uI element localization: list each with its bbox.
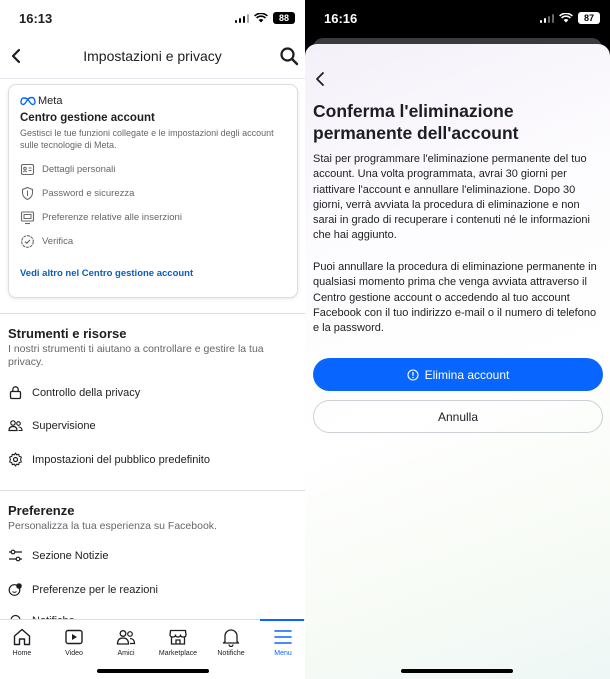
friends-icon (116, 630, 136, 645)
id-card-icon (20, 163, 35, 176)
menu-icon (274, 630, 292, 644)
section-divider (0, 313, 305, 314)
section-divider (0, 490, 305, 491)
sliders-icon (9, 549, 22, 562)
preferences-section-title: Preferenze (8, 503, 75, 518)
tab-video[interactable]: Video (48, 627, 100, 657)
bottom-tab-bar: Home Video Amici Marketplace Notifiche M… (0, 619, 305, 679)
row-supervision[interactable]: Supervisione (8, 418, 96, 433)
see-more-accounts-center-link[interactable]: Vedi altro nel Centro gestione account (20, 268, 193, 279)
row-default-audience[interactable]: Impostazioni del pubblico predefinito (8, 452, 210, 467)
row-privacy-checkup[interactable]: Controllo della privacy (8, 385, 140, 400)
meta-wordmark: Meta (38, 95, 63, 107)
right-screen-delete-confirm: 16:16 87 Conferma l'eliminazione permane… (305, 0, 610, 679)
wifi-icon (254, 13, 268, 23)
verified-badge-icon (21, 235, 34, 248)
row-label: Preferenze per le reazioni (32, 583, 158, 596)
card-item-label: Dettagli personali (42, 164, 116, 175)
active-tab-indicator (260, 619, 304, 621)
shield-icon (21, 186, 34, 201)
status-icons: 88 (234, 12, 295, 24)
marketplace-icon (169, 629, 187, 645)
tab-label: Amici (117, 650, 135, 657)
lock-icon (9, 386, 22, 400)
row-label: Impostazioni del pubblico predefinito (32, 453, 210, 466)
gear-icon (9, 452, 22, 467)
delete-account-button[interactable]: Elimina account (313, 358, 603, 391)
video-icon (65, 629, 83, 645)
tab-label: Video (65, 650, 83, 657)
confirmation-paragraph-2: Puoi annullare la procedura di eliminazi… (313, 261, 597, 335)
header-divider (0, 78, 305, 79)
search-icon[interactable] (279, 46, 299, 66)
status-bar: 16:13 88 (0, 0, 305, 36)
home-icon (13, 628, 31, 646)
tab-notifications[interactable]: Notifiche (205, 627, 257, 657)
card-item-ad-preferences[interactable]: Preferenze relative alle inserzioni (20, 210, 182, 225)
people-icon (8, 420, 23, 432)
ad-monitor-icon (20, 211, 35, 225)
confirmation-sheet: Conferma l'eliminazione permanente dell'… (305, 44, 610, 679)
delete-account-label: Elimina account (424, 367, 510, 382)
info-icon (407, 368, 419, 381)
status-time: 16:13 (19, 11, 53, 26)
tab-home[interactable]: Home (0, 627, 48, 657)
battery-icon: 87 (578, 12, 600, 24)
card-item-verification[interactable]: Verifica (20, 234, 73, 249)
status-time: 16:16 (324, 11, 358, 26)
meta-infinity-icon (20, 96, 36, 106)
header-bar: Impostazioni e privacy (0, 36, 305, 78)
row-news-feed[interactable]: Sezione Notizie (8, 548, 108, 563)
tab-label: Notifiche (217, 650, 245, 657)
status-bar: 16:16 87 (305, 0, 610, 36)
tools-section-title: Strumenti e risorse (8, 326, 127, 341)
bell-icon (222, 629, 240, 647)
reactions-icon (8, 583, 22, 596)
tab-label: Marketplace (158, 650, 198, 657)
battery-icon: 88 (273, 12, 295, 24)
back-arrow-icon[interactable] (313, 70, 329, 88)
left-screen-settings: 16:13 88 Impostazioni e privacy Meta Cen… (0, 0, 305, 679)
card-item-password-security[interactable]: Password e sicurezza (20, 186, 134, 201)
accounts-center-card: Meta Centro gestione account Gestisci le… (8, 84, 298, 298)
home-indicator (401, 669, 513, 673)
wifi-icon (559, 13, 573, 23)
row-label: Sezione Notizie (32, 549, 109, 562)
signal-icon (539, 13, 554, 23)
accounts-center-title: Centro gestione account (20, 112, 155, 124)
tab-friends[interactable]: Amici (100, 627, 152, 657)
row-label: Controllo della privacy (32, 386, 141, 399)
tab-marketplace[interactable]: Marketplace (152, 627, 204, 657)
row-reaction-preferences[interactable]: Preferenze per le reazioni (8, 582, 158, 597)
cancel-label: Annulla (437, 409, 479, 424)
tab-menu[interactable]: Menu (257, 627, 305, 657)
tab-label: Home (12, 650, 32, 657)
page-title: Impostazioni e privacy (83, 48, 222, 64)
tab-label: Menu (274, 650, 292, 657)
row-label: Supervisione (32, 419, 96, 432)
status-icons: 87 (539, 12, 600, 24)
confirmation-title: Conferma l'eliminazione permanente dell'… (313, 101, 519, 143)
cancel-button[interactable]: Annulla (313, 400, 603, 433)
card-item-label: Password e sicurezza (42, 188, 135, 199)
card-item-label: Preferenze relative alle inserzioni (42, 212, 182, 223)
card-item-personal-details[interactable]: Dettagli personali (20, 162, 115, 177)
signal-icon (234, 13, 249, 23)
confirmation-paragraph-1: Stai per programmare l'eliminazione perm… (313, 153, 590, 242)
accounts-center-description: Gestisci le tue funzioni collegate e le … (20, 128, 274, 150)
meta-logo: Meta (20, 95, 62, 107)
preferences-section-description: Personalizza la tua esperienza su Facebo… (8, 520, 217, 532)
home-indicator (97, 669, 209, 673)
tools-section-description: I nostri strumenti ti aiutano a controll… (8, 343, 264, 368)
card-item-label: Verifica (42, 236, 74, 247)
